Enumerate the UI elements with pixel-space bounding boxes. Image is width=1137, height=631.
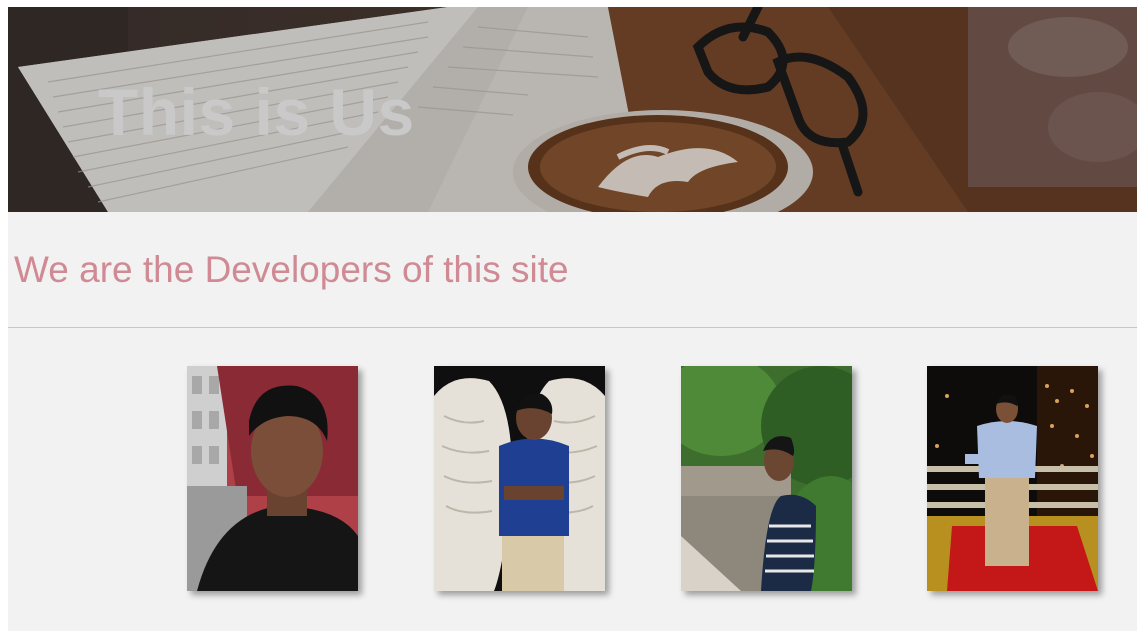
divider bbox=[8, 327, 1137, 328]
hero-banner: This is Us bbox=[8, 7, 1137, 212]
developer-photo-2 bbox=[434, 366, 605, 591]
page: This is Us We are the Developers of this… bbox=[8, 7, 1137, 631]
section-heading: We are the Developers of this site bbox=[14, 249, 569, 290]
developer-photo-3 bbox=[681, 366, 852, 591]
hero-title: This is Us bbox=[98, 75, 415, 149]
developer-photo-1 bbox=[187, 366, 358, 591]
developer-photo-4 bbox=[927, 366, 1098, 591]
